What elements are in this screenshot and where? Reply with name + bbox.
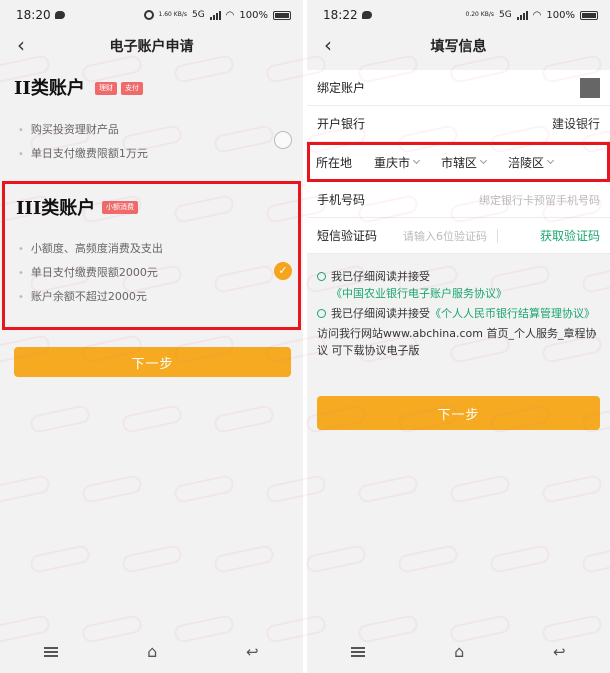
tag-wealth: 理财: [95, 82, 117, 95]
system-nav-keys: ⌂ ↩: [307, 637, 610, 667]
menu-key-icon[interactable]: [351, 647, 366, 657]
status-time: 18:20: [16, 8, 51, 22]
account3-features: 小额度、高频度消费及支出 单日支付缴费限额2000元 账户余额不超过2000元: [18, 237, 163, 309]
feature-item: 小额度、高频度消费及支出: [18, 237, 163, 261]
location-label: 所在地: [316, 155, 353, 170]
status-bar: 18:22 0.20 KB/s 5G ◠ 100%: [307, 0, 610, 30]
sms-code-input[interactable]: 请输入6位验证码: [403, 228, 487, 244]
back-arrow-icon[interactable]: ‹: [10, 34, 32, 56]
nav-bar: ‹ 电子账户申请: [0, 30, 303, 62]
tag-small-consumption: 小额消费: [102, 201, 138, 214]
service-agreement-link[interactable]: 《中国农业银行电子账户服务协议》: [331, 287, 507, 300]
feature-item: 单日支付缴费限额2000元: [18, 261, 163, 285]
chevron-down-icon: [412, 156, 421, 165]
network-speed: 1.60 KB/s: [158, 11, 187, 18]
info-form: 绑定账户 开户银行 建设银行 所在地 重庆市 市辖区 涪陵区 手机号码 绑定银行…: [307, 70, 610, 254]
chevron-down-icon: [480, 156, 488, 165]
battery-percent: 100%: [546, 9, 575, 21]
account2-tags: 理财 支付: [95, 82, 143, 95]
district-select[interactable]: 涪陵区: [508, 154, 555, 171]
message-icon: [54, 11, 65, 19]
divider: [497, 228, 499, 243]
wifi-icon: ◠: [225, 9, 235, 21]
chevron-down-icon: [547, 156, 555, 165]
agree-text: 我已仔细阅读并接受: [331, 307, 430, 320]
sms-row: 短信验证码 请输入6位验证码 获取验证码: [307, 218, 610, 254]
agree-checkbox[interactable]: [317, 272, 326, 281]
checkmark-icon: ✓: [278, 264, 288, 277]
next-button[interactable]: 下一步: [317, 396, 600, 430]
phone-row[interactable]: 手机号码 绑定银行卡预留手机号码: [307, 182, 610, 218]
system-nav-keys: ⌂ ↩: [0, 637, 303, 667]
5g-label: 5G: [191, 10, 205, 20]
status-bar: 18:20 1.60 KB/s 5G ◠ 100%: [0, 0, 303, 30]
bind-account-row[interactable]: 绑定账户: [307, 70, 610, 106]
next-button[interactable]: 下一步: [14, 347, 291, 377]
account3-title: III类账户: [16, 198, 96, 219]
back-arrow-icon[interactable]: ‹: [317, 34, 339, 56]
home-key-icon[interactable]: ⌂: [147, 644, 157, 660]
feature-item: 单日支付缴费限额1万元: [18, 142, 148, 166]
wifi-icon: ◠: [532, 9, 542, 21]
bind-account-label: 绑定账户: [317, 81, 366, 95]
tag-payment: 支付: [121, 82, 143, 95]
sms-label: 短信验证码: [317, 229, 378, 243]
city-select[interactable]: 市辖区: [441, 154, 488, 171]
agreement-1[interactable]: 我已仔细阅读并接受《中国农业银行电子账户服务协议》: [317, 268, 602, 302]
account3-card[interactable]: III类账户 小额消费 小额度、高频度消费及支出 单日支付缴费限额2000元 账…: [2, 181, 301, 330]
get-code-button[interactable]: 获取验证码: [540, 227, 600, 244]
menu-key-icon[interactable]: [44, 647, 59, 657]
message-icon: [361, 11, 372, 19]
account-selector-icon[interactable]: [580, 77, 600, 98]
settlement-agreement-link[interactable]: 《个人人民币银行结算管理协议》: [430, 307, 595, 320]
5g-label: 5G: [498, 10, 512, 20]
agree-checkbox[interactable]: [317, 309, 326, 318]
account2-features: 购买投资理财产品 单日支付缴费限额1万元: [18, 118, 148, 166]
back-key-icon[interactable]: ↩: [553, 644, 566, 660]
nav-bar: ‹ 填写信息: [307, 30, 610, 62]
account-type-screen: 18:20 1.60 KB/s 5G ◠ 100% ‹ 电子账户申请 II类账户…: [0, 0, 303, 673]
page-title: 电子账户申请: [109, 39, 194, 55]
location-row: 所在地 重庆市 市辖区 涪陵区: [307, 142, 610, 182]
agreement-2[interactable]: 我已仔细阅读并接受《个人人民币银行结算管理协议》: [317, 305, 602, 322]
phone-input[interactable]: 绑定银行卡预留手机号码: [479, 192, 600, 208]
bank-row: 开户银行 建设银行: [307, 106, 610, 142]
bank-label: 开户银行: [317, 117, 366, 131]
province-select[interactable]: 重庆市: [374, 154, 421, 171]
battery-percent: 100%: [239, 9, 268, 21]
feature-item: 购买投资理财产品: [18, 118, 148, 142]
bank-value: 建设银行: [551, 117, 600, 131]
battery-icon: [273, 10, 291, 20]
status-time: 18:22: [323, 8, 358, 22]
home-key-icon[interactable]: ⌂: [454, 644, 464, 660]
feature-item: 账户余额不超过2000元: [18, 285, 163, 309]
back-key-icon[interactable]: ↩: [246, 644, 259, 660]
account3-radio-checked[interactable]: ✓: [274, 262, 292, 280]
signal-icon: [209, 10, 221, 20]
agree-text: 我已仔细阅读并接受: [331, 270, 430, 283]
page-title: 填写信息: [430, 39, 487, 55]
account2-radio[interactable]: [274, 131, 292, 149]
phone-label: 手机号码: [317, 193, 366, 207]
battery-icon: [580, 10, 598, 20]
account2-title: II类账户: [14, 78, 85, 99]
network-speed: 0.20 KB/s: [465, 11, 494, 18]
alarm-icon: [143, 10, 154, 20]
agreements: 我已仔细阅读并接受《中国农业银行电子账户服务协议》 我已仔细阅读并接受《个人人民…: [317, 268, 602, 359]
signal-icon: [516, 10, 528, 20]
fill-info-screen: 18:22 0.20 KB/s 5G ◠ 100% ‹ 填写信息 绑定账户 开户…: [307, 0, 610, 673]
visit-website-text: 访问我行网站www.abchina.com 首页_个人服务_章程协议 可下载协议…: [317, 327, 597, 357]
